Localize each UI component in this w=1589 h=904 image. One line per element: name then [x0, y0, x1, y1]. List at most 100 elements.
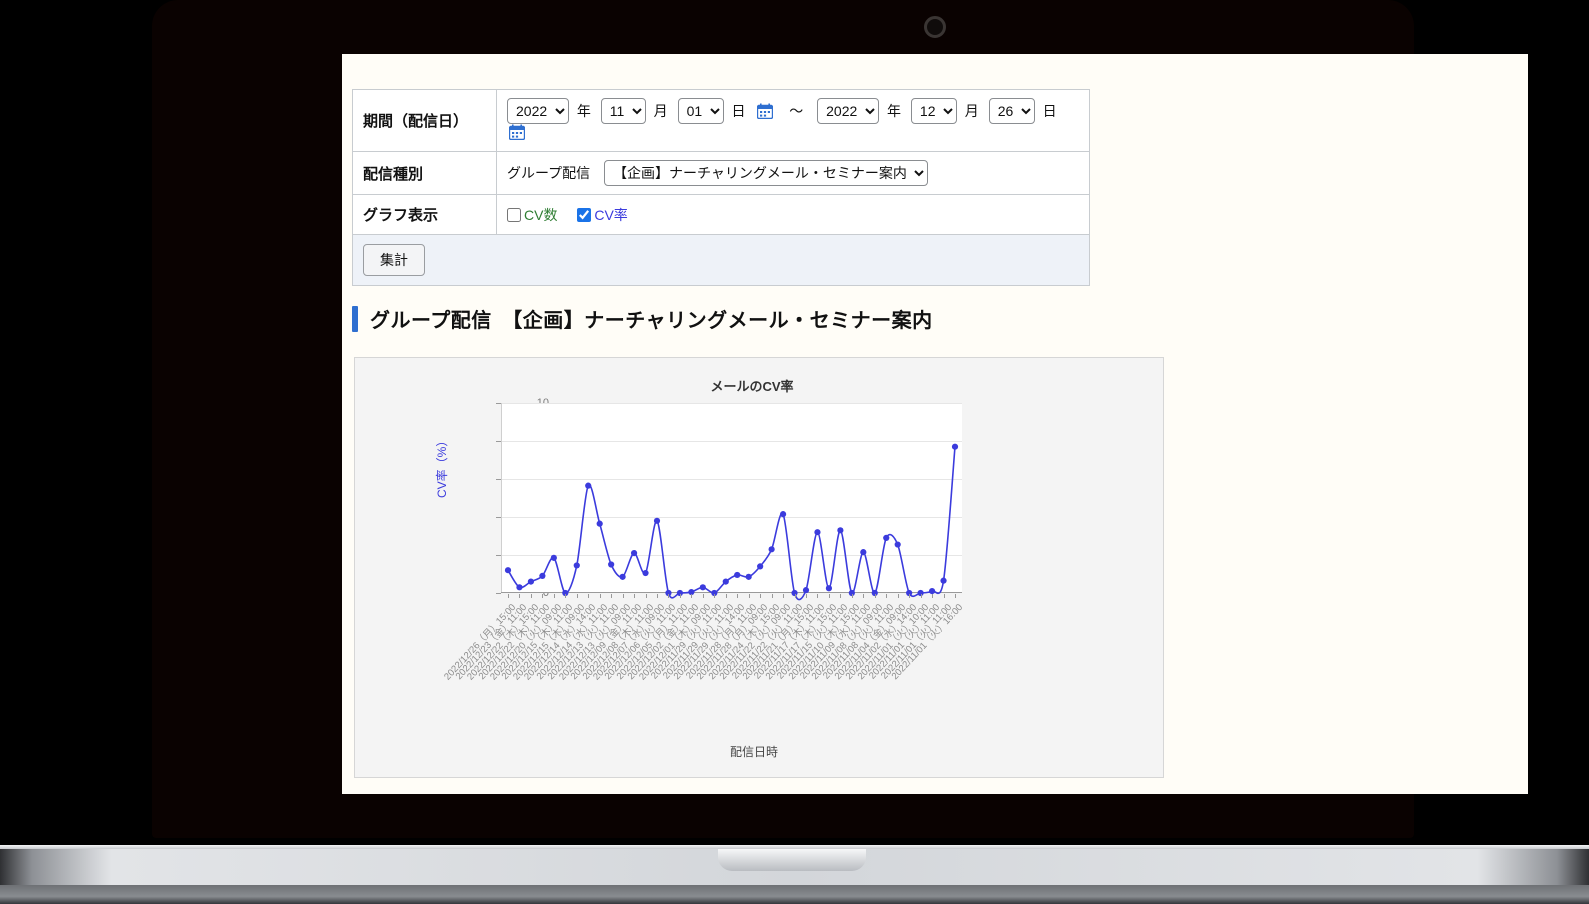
chart-data-point[interactable] — [619, 573, 626, 580]
laptop-base-shadow — [0, 885, 1589, 904]
chart-data-point[interactable] — [573, 562, 580, 569]
chart-x-tick-mark — [783, 594, 785, 598]
filter-label-period: 期間（配信日） — [352, 89, 497, 152]
chart-x-tick-mark — [828, 594, 830, 598]
chart-data-point[interactable] — [630, 550, 638, 557]
chart-x-tick-mark — [909, 594, 911, 598]
chart-data-point[interactable] — [550, 554, 557, 561]
checkbox-cv-rate-input[interactable] — [577, 207, 592, 222]
chart-y-axis-label: CV率（%） — [435, 434, 449, 498]
chart-data-point[interactable] — [539, 572, 546, 579]
chart-data-point[interactable] — [653, 517, 661, 524]
period-from-year-unit: 年 — [576, 103, 591, 119]
period-from-month-unit: 月 — [653, 103, 668, 119]
chart-title: メールのCV率 — [710, 379, 794, 394]
chart-x-tick-mark — [874, 594, 876, 598]
filter-label-graph-display: グラフ表示 — [352, 194, 497, 235]
section-accent-bar — [352, 305, 358, 332]
period-from-day-select[interactable]: 01 — [677, 98, 724, 124]
chart-data-point[interactable] — [745, 573, 752, 580]
chart-x-tick-mark — [576, 594, 578, 598]
chart-data-point[interactable] — [757, 563, 764, 570]
chart-data-point[interactable] — [894, 541, 901, 548]
chart-panel: メールのCV率 CV率（%） 0246810 2022/12/26（月）15:0… — [354, 357, 1164, 778]
chart-x-tick-mark — [530, 594, 532, 598]
chart-data-point[interactable] — [596, 520, 603, 527]
calendar-icon[interactable] — [508, 124, 526, 143]
chart-x-tick-mark — [886, 594, 888, 598]
chart-x-tick-mark — [691, 594, 693, 598]
period-from-year-select[interactable]: 2022 — [507, 98, 569, 124]
laptop-base-notch — [718, 849, 866, 871]
chart-data-point[interactable] — [504, 567, 512, 574]
calendar-icon[interactable] — [757, 103, 774, 122]
filter-row-graph-display: グラフ表示 CV数 CV率 — [352, 194, 1090, 235]
chart-x-tick-mark — [897, 594, 899, 598]
chart-x-tick-mark — [508, 594, 509, 598]
chart-data-point[interactable] — [802, 587, 810, 594]
period-to-day-select[interactable]: 26 — [988, 98, 1035, 124]
chart-series-path — [507, 446, 956, 601]
chart-data-point[interactable] — [779, 511, 787, 518]
aggregate-button[interactable]: 集計 — [363, 244, 425, 276]
chart-data-point[interactable] — [699, 584, 706, 591]
chart-x-tick-mark — [737, 594, 739, 598]
period-to-day-unit: 日 — [1042, 103, 1057, 119]
period-from-month-select[interactable]: 11 — [600, 98, 646, 124]
chart-x-tick-mark — [863, 594, 865, 598]
chart-x-tick-mark — [760, 594, 762, 598]
chart-x-tick-mark — [645, 594, 647, 598]
checkbox-cv-count-input[interactable] — [507, 207, 521, 222]
chart-data-point[interactable] — [825, 585, 833, 592]
chart-x-tick-mark — [817, 594, 819, 598]
checkbox-cv-count[interactable]: CV数 — [507, 205, 557, 225]
chart-x-tick-mark — [588, 594, 590, 598]
filter-value-graph-display: CV数 CV率 — [496, 194, 1090, 235]
chart-data-point[interactable] — [940, 577, 947, 584]
chart-x-tick-mark — [657, 594, 658, 598]
screenshot-stage: 期間（配信日） 2022 年 11 月 01 日 〜 2022 年 12 月 2… — [0, 0, 1589, 904]
chart-data-point[interactable] — [768, 546, 775, 553]
chart-x-tick-mark — [634, 594, 636, 598]
chart-x-tick-mark — [725, 594, 727, 598]
chart-x-tick-mark — [794, 594, 796, 598]
chart-data-point[interactable] — [814, 529, 821, 536]
chart-data-point[interactable] — [722, 578, 729, 585]
period-to-month-select[interactable]: 12 — [910, 98, 957, 124]
chart-data-point[interactable] — [585, 482, 592, 489]
chart-x-tick-mark — [679, 594, 681, 598]
chart-data-point[interactable] — [608, 561, 615, 568]
filter-panel: 期間（配信日） 2022 年 11 月 01 日 〜 2022 年 12 月 2… — [352, 89, 1090, 286]
chart-line-series — [504, 443, 959, 601]
chart-data-point[interactable] — [837, 527, 844, 534]
filter-value-period: 2022 年 11 月 01 日 〜 2022 年 12 月 26 日 — [496, 89, 1090, 152]
delivery-group-select[interactable]: 【企画】ナーチャリングメール・セミナー案内 — [604, 160, 929, 186]
period-to-month-unit: 月 — [964, 103, 979, 119]
chart-x-tick-mark — [702, 594, 704, 598]
chart-plot-area — [501, 403, 962, 601]
chart-x-tick-mark — [599, 594, 601, 598]
filter-value-delivery-type: グループ配信 【企画】ナーチャリングメール・セミナー案内 — [496, 151, 1090, 195]
checkbox-cv-rate-label: CV率 — [594, 206, 628, 223]
chart-data-point[interactable] — [883, 534, 890, 541]
chart-data-point[interactable] — [734, 571, 741, 579]
camera-lens-icon — [924, 16, 946, 38]
chart-x-tick-mark — [611, 594, 613, 598]
chart-data-point[interactable] — [860, 549, 867, 556]
chart-y-tick-mark — [496, 593, 501, 594]
checkbox-cv-rate[interactable]: CV率 — [577, 205, 628, 225]
section-heading: グループ配信 【企画】ナーチャリングメール・セミナー案内 — [352, 304, 933, 333]
filter-label-delivery-type: 配信種別 — [352, 151, 497, 195]
period-to-year-select[interactable]: 2022 — [817, 98, 880, 124]
filter-row-actions: 集計 — [352, 234, 1090, 286]
chart-x-tick-mark — [622, 594, 624, 598]
chart-data-point[interactable] — [642, 569, 649, 577]
laptop-screen: 期間（配信日） 2022 年 11 月 01 日 〜 2022 年 12 月 2… — [342, 54, 1528, 794]
chart-x-tick-mark — [955, 594, 956, 598]
period-separator: 〜 — [789, 103, 804, 119]
chart-data-point[interactable] — [527, 578, 535, 585]
chart-data-point[interactable] — [951, 443, 959, 450]
chart-x-tick-mark — [920, 594, 922, 598]
chart-data-point[interactable] — [516, 584, 523, 591]
chart-x-tick-mark — [668, 594, 670, 598]
